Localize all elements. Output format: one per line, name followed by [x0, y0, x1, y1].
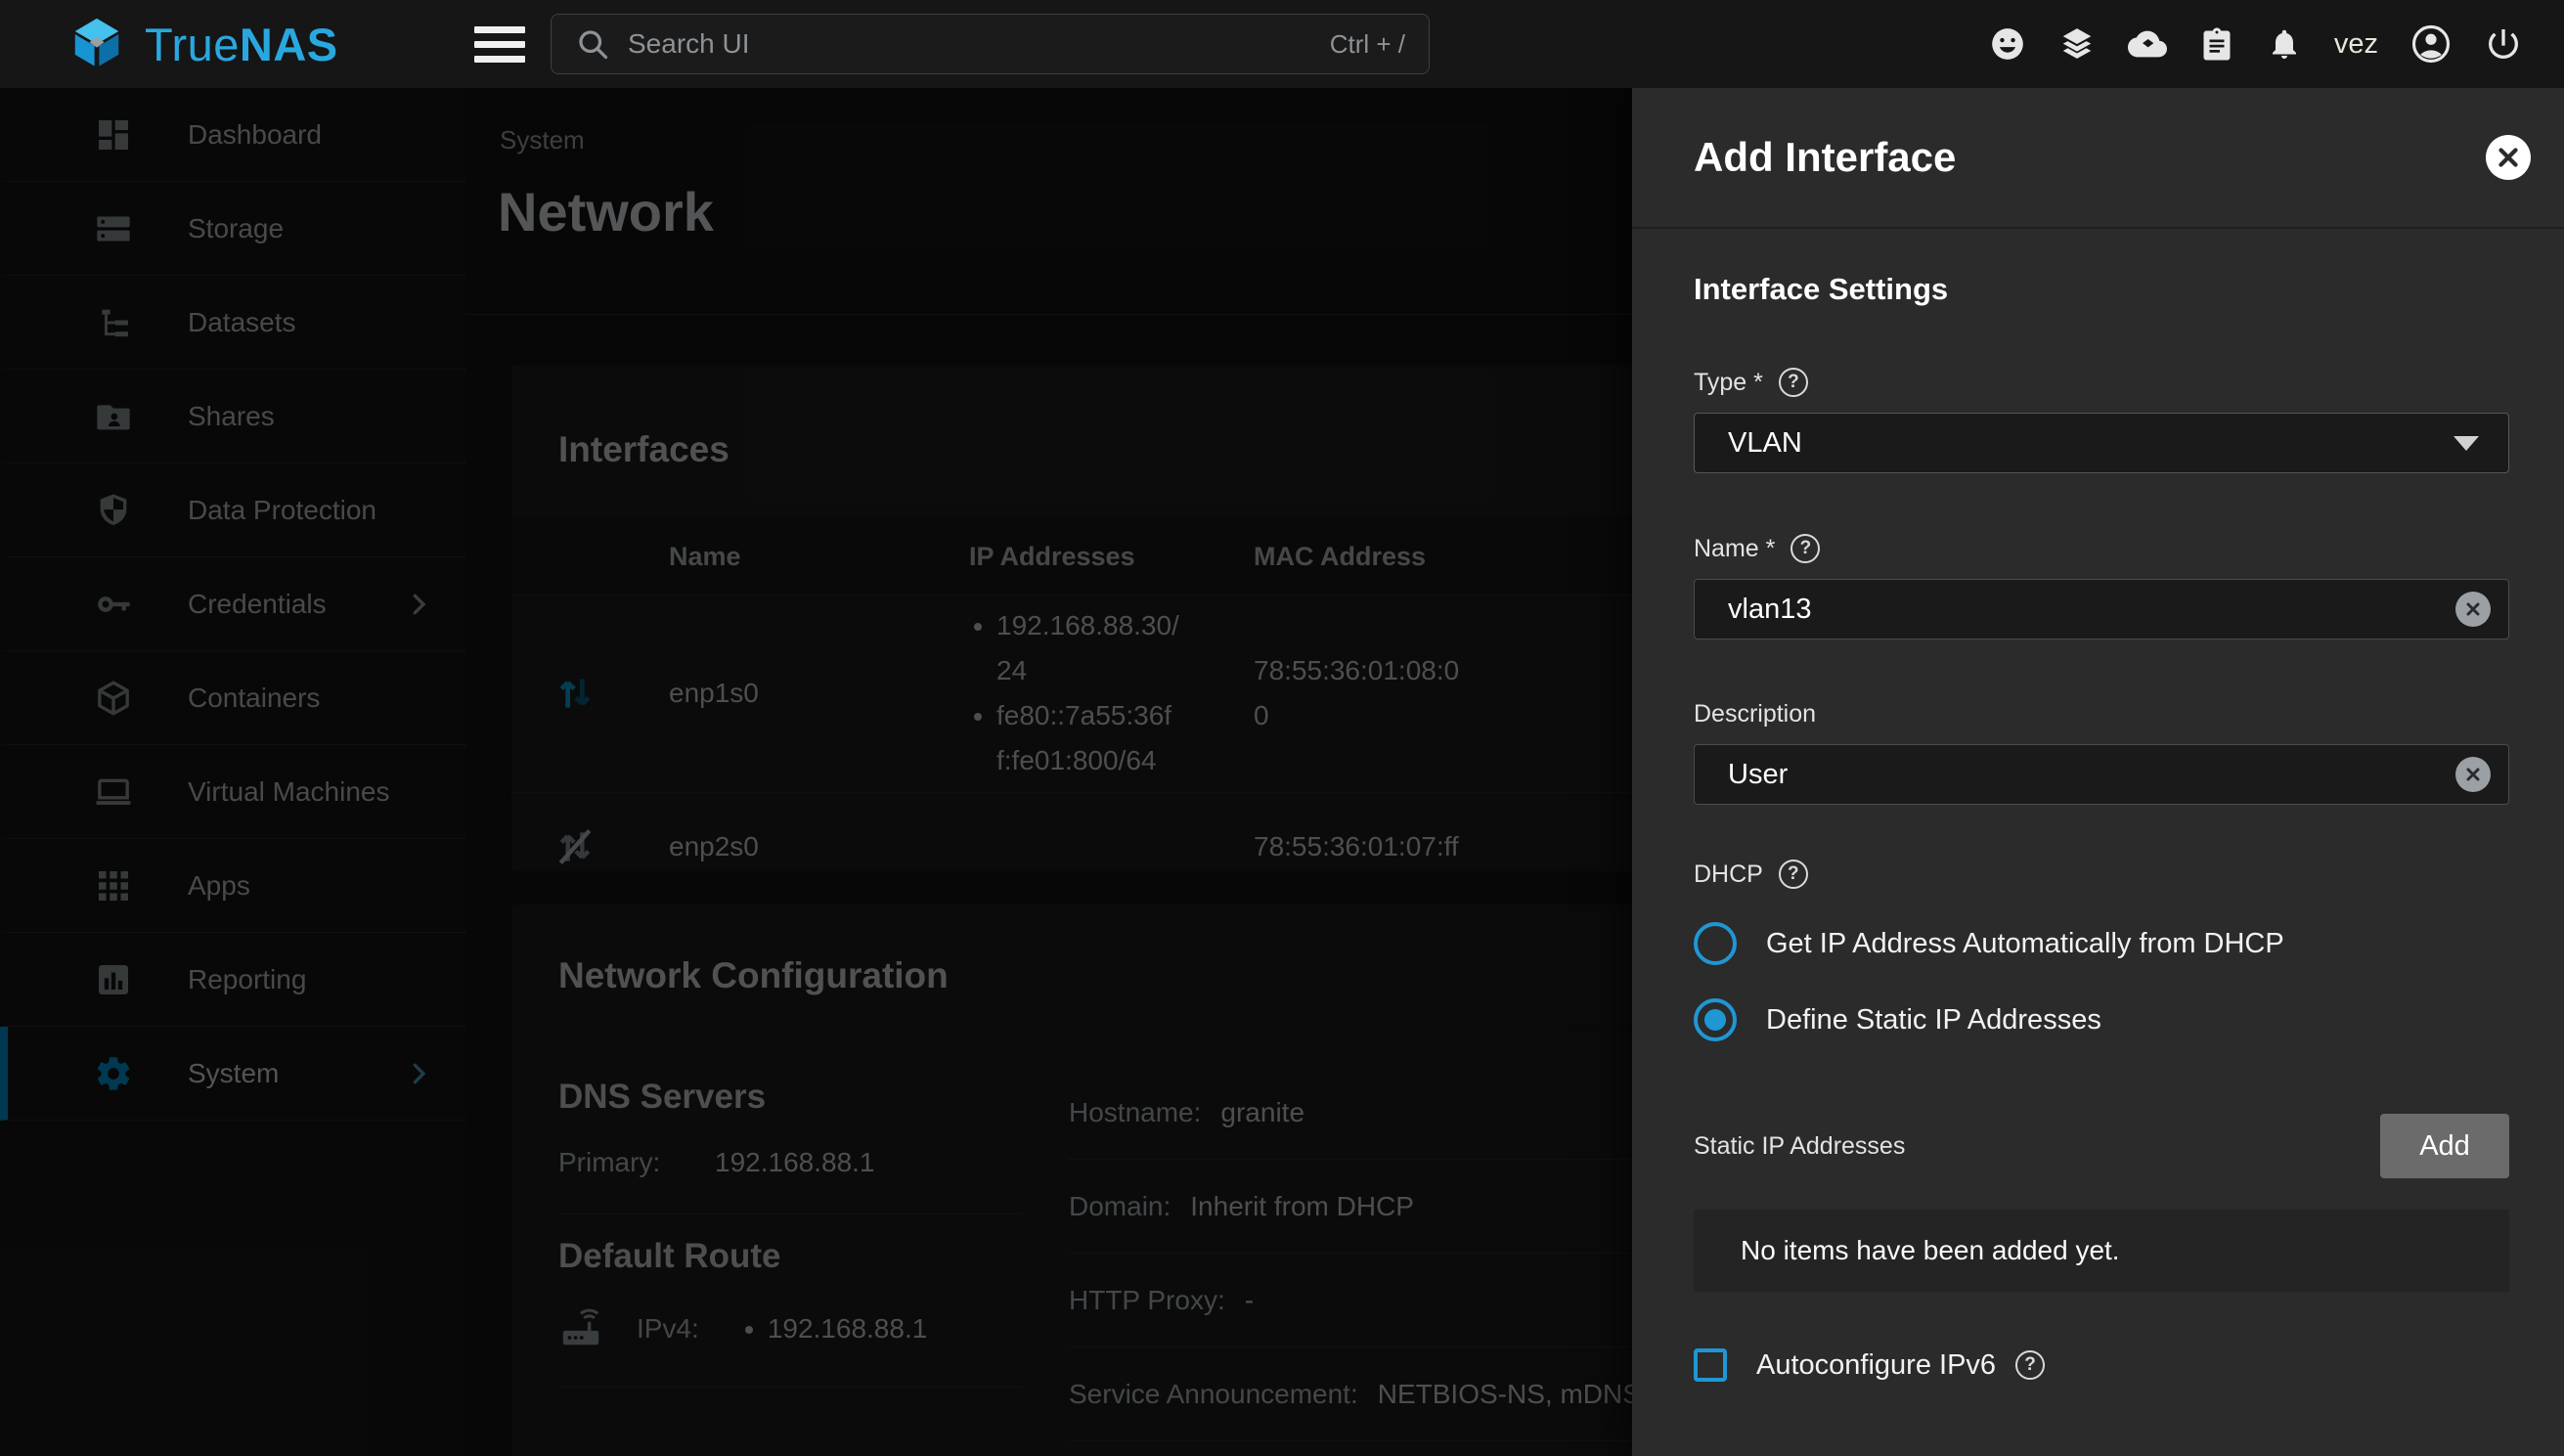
help-icon[interactable]: ?	[1779, 860, 1808, 889]
truenas-logo[interactable]: TrueNAS	[0, 16, 466, 72]
alerts-bell-icon[interactable]	[2267, 26, 2302, 62]
global-search: Ctrl + /	[551, 14, 1430, 74]
name-field-label: Name *	[1694, 535, 1775, 563]
static-ip-header-row: Static IP Addresses Add	[1694, 1114, 2509, 1178]
name-field-value: vlan13	[1728, 594, 1811, 626]
username-label: vez	[2334, 28, 2378, 61]
type-select[interactable]: VLAN	[1694, 413, 2509, 473]
radio-static-ip[interactable]: Define Static IP Addresses	[1694, 998, 2509, 1041]
close-icon	[2494, 143, 2523, 172]
clear-x-icon	[2463, 599, 2483, 619]
static-ip-label: Static IP Addresses	[1694, 1132, 1905, 1161]
clear-input-button[interactable]	[2455, 592, 2491, 627]
close-button[interactable]	[2486, 135, 2531, 180]
search-icon	[575, 26, 610, 62]
description-field-label: Description	[1694, 700, 1816, 728]
type-field-label-row: Type * ?	[1694, 368, 2509, 397]
power-icon[interactable]	[2484, 24, 2523, 64]
clear-x-icon	[2463, 765, 2483, 784]
panel-header: Add Interface	[1632, 88, 2564, 229]
help-icon[interactable]: ?	[1790, 534, 1820, 563]
truenas-logo-text: TrueNAS	[145, 18, 338, 71]
autoconfigure-ipv6-checkbox-row[interactable]: Autoconfigure IPv6 ?	[1694, 1348, 2509, 1382]
hamburger-icon	[474, 26, 525, 33]
radio-dhcp[interactable]: Get IP Address Automatically from DHCP	[1694, 922, 2509, 965]
description-field[interactable]: User	[1694, 744, 2509, 805]
search-shortcut: Ctrl + /	[1330, 29, 1405, 60]
checkbox-unchecked-icon	[1694, 1348, 1727, 1382]
name-field[interactable]: vlan13	[1694, 579, 2509, 640]
search-input[interactable]	[626, 27, 1314, 61]
panel-title: Add Interface	[1694, 134, 1956, 181]
truenas-cloud-icon[interactable]	[2128, 24, 2167, 64]
sidebar-toggle-button[interactable]	[472, 21, 527, 67]
clear-input-button[interactable]	[2455, 757, 2491, 792]
add-interface-panel: Add Interface Interface Settings Type * …	[1632, 88, 2564, 1456]
help-icon[interactable]: ?	[2015, 1350, 2045, 1380]
add-static-ip-button[interactable]: Add	[2380, 1114, 2509, 1178]
radio-unchecked-icon	[1694, 922, 1737, 965]
panel-body: Interface Settings Type * ? VLAN Name * …	[1632, 229, 2564, 1382]
name-field-label-row: Name * ?	[1694, 534, 2509, 563]
dhcp-label: DHCP	[1694, 860, 1763, 889]
radio-checked-icon	[1694, 998, 1737, 1041]
truenas-logo-icon	[68, 16, 125, 72]
topbar-actions: vez	[1989, 23, 2564, 65]
description-field-label-row: Description	[1694, 700, 2509, 728]
static-ip-empty-message: No items have been added yet.	[1694, 1210, 2509, 1292]
user-avatar-icon[interactable]	[2410, 23, 2452, 65]
app-body: Dashboard Storage Datasets	[0, 88, 2564, 1456]
jobs-clipboard-icon[interactable]	[2199, 26, 2234, 62]
section-heading: Interface Settings	[1694, 272, 2509, 307]
feedback-smiley-icon[interactable]	[1989, 25, 2026, 63]
autoconfigure-ipv6-label: Autoconfigure IPv6	[1756, 1349, 1996, 1382]
truecommand-icon[interactable]	[2058, 25, 2096, 63]
chevron-down-icon	[2453, 436, 2479, 451]
dhcp-label-row: DHCP ?	[1694, 860, 2509, 889]
type-field-label: Type *	[1694, 369, 1763, 397]
description-field-value: User	[1728, 759, 1788, 791]
type-select-value: VLAN	[1728, 427, 1802, 460]
help-icon[interactable]: ?	[1779, 368, 1808, 397]
topbar: TrueNAS Ctrl + /	[0, 0, 2564, 88]
